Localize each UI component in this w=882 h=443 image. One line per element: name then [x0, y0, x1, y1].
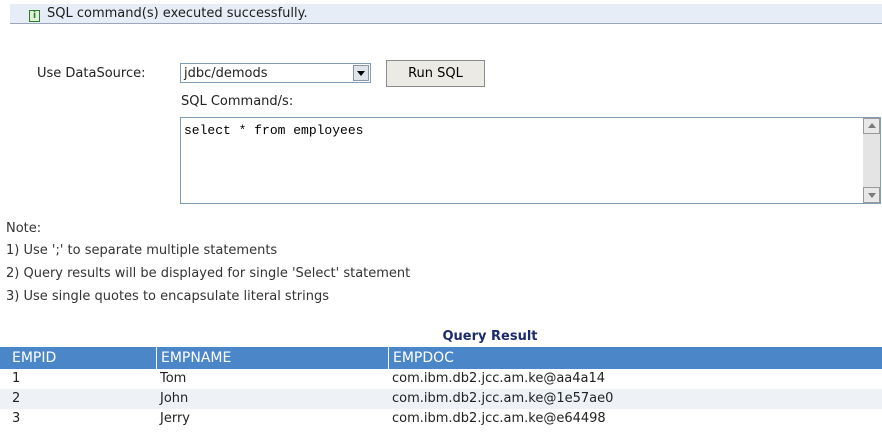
datasource-label: Use DataSource:	[37, 66, 146, 81]
cell-empname: Jerry	[160, 411, 190, 426]
note-item: 2) Query results will be displayed for s…	[6, 266, 411, 281]
query-result-title: Query Result	[442, 329, 538, 344]
table-row: 3 Jerry com.ibm.db2.jcc.am.ke@e64498	[0, 409, 882, 429]
run-sql-button[interactable]: Run SQL	[386, 60, 485, 87]
info-icon: i	[29, 10, 40, 22]
cell-empid: 1	[12, 371, 21, 386]
sql-command-label: SQL Command/s:	[181, 94, 294, 109]
cell-empdoc: com.ibm.db2.jcc.am.ke@e64498	[392, 411, 606, 426]
sql-textarea-scrollbar[interactable]	[863, 118, 880, 203]
cell-empdoc: com.ibm.db2.jcc.am.ke@aa4a14	[392, 371, 606, 386]
note-heading: Note:	[6, 221, 42, 236]
column-header-empid: EMPID	[12, 350, 57, 366]
datasource-selected-value: jdbc/demods	[184, 66, 268, 81]
cell-empid: 3	[12, 411, 21, 426]
note-item: 3) Use single quotes to encapsulate lite…	[6, 289, 330, 304]
cell-empdoc: com.ibm.db2.jcc.am.ke@1e57ae0	[392, 391, 614, 406]
column-header-empdoc: EMPDOC	[388, 347, 882, 369]
scroll-up-arrow-icon[interactable]	[863, 118, 880, 134]
column-header-empname: EMPNAME	[156, 347, 388, 369]
sql-command-text: select * from employees	[184, 123, 364, 138]
status-message: SQL command(s) executed successfully.	[47, 6, 308, 21]
table-row: 1 Tom com.ibm.db2.jcc.am.ke@aa4a14	[0, 369, 882, 389]
datasource-select[interactable]: jdbc/demods	[180, 63, 371, 83]
cell-empname: John	[160, 391, 189, 406]
table-row: 2 John com.ibm.db2.jcc.am.ke@1e57ae0	[0, 389, 882, 409]
note-item: 1) Use ';' to separate multiple statemen…	[6, 243, 278, 258]
status-bar: i SQL command(s) executed successfully.	[10, 4, 882, 24]
cell-empid: 2	[12, 391, 21, 406]
query-result-table: EMPID EMPNAME EMPDOC 1 Tom com.ibm.db2.j…	[0, 347, 882, 429]
table-header-row: EMPID EMPNAME EMPDOC	[0, 347, 882, 369]
scroll-down-arrow-icon[interactable]	[863, 187, 880, 203]
chevron-down-icon[interactable]	[353, 65, 369, 81]
cell-empname: Tom	[160, 371, 187, 386]
sql-command-textarea[interactable]: select * from employees	[180, 117, 881, 204]
